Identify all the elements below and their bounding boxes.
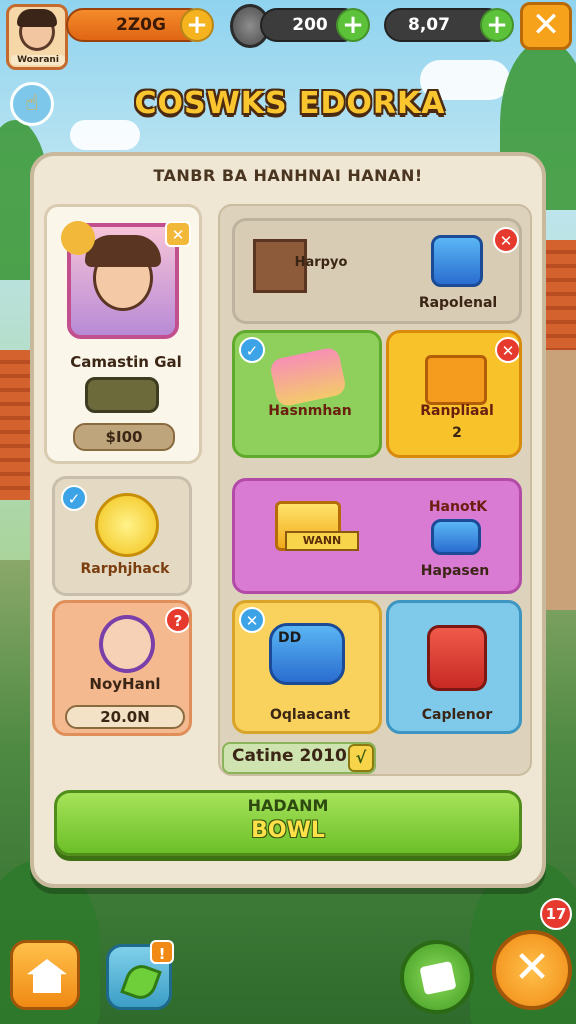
action-button-line1: HADANM: [247, 796, 329, 815]
add-currency-3-button[interactable]: +: [480, 8, 514, 42]
item-card-hasnmhan[interactable]: ✓ Hasnmhan: [232, 330, 382, 458]
item-card-oqlaacant[interactable]: ✕ DD Oqlaacant: [232, 600, 382, 734]
item-close-badge[interactable]: ✕: [239, 607, 265, 633]
panel-subtitle: TANBR BA HANHNAI HANAN!: [153, 166, 423, 185]
shop-alert-badge: !: [150, 940, 174, 964]
item-top-label: Harpyo: [294, 255, 348, 270]
home-button[interactable]: [10, 940, 80, 1010]
item-name: NoyHanl: [89, 675, 161, 693]
crossed-tools-icon: ✕: [513, 942, 551, 993]
item-name: Oqlaacant: [269, 707, 351, 723]
ticket-icon: [268, 346, 348, 408]
item-sub: 2: [452, 425, 462, 441]
item-card-hapasen[interactable]: WANN HanotK Hapasen: [232, 478, 522, 594]
item-alert-badge[interactable]: ?: [165, 607, 189, 633]
item-close-badge[interactable]: ✕: [495, 337, 519, 363]
item-card-ranpliaal[interactable]: ✕ Ranpliaal 2: [386, 330, 522, 458]
item-price: 20.0N: [65, 705, 185, 729]
action-button-line2: BOWL: [251, 818, 325, 843]
map-icon: [419, 960, 457, 996]
featured-item-card[interactable]: ✕ Camastin Gal $I00: [44, 204, 202, 464]
item-top-label: HanotK: [428, 499, 488, 515]
check-icon: √: [348, 744, 374, 772]
featured-close-badge[interactable]: ✕: [165, 221, 191, 247]
hut-roof: [0, 350, 34, 500]
cloud: [70, 120, 140, 150]
item-name: Hapasen: [420, 563, 490, 579]
close-button[interactable]: ✕: [520, 2, 572, 50]
map-button[interactable]: [400, 940, 474, 1014]
leaf-icon: [120, 960, 162, 1004]
camera-icon: DD: [269, 623, 345, 685]
item-card-rapolenal[interactable]: Harpyo ✕ Rapolenal: [232, 218, 522, 324]
page-title: COSWKS EDORKA: [134, 86, 446, 121]
featured-item-name: Camastin Gal: [70, 353, 182, 371]
jar-icon: [427, 625, 487, 691]
crate-icon: [425, 355, 487, 405]
jeep-icon: [85, 377, 159, 413]
footer-label: Catine 2010: [232, 746, 347, 766]
item-banner: WANN: [285, 531, 359, 551]
item-card-noyhanl[interactable]: ? NoyHanl 20.0N: [52, 600, 192, 736]
smiley-icon: [95, 493, 159, 557]
item-check-badge: ✓: [239, 337, 265, 363]
character-portrait: [99, 615, 155, 673]
tools-button[interactable]: ✕: [492, 930, 572, 1010]
add-currency-2-button[interactable]: +: [336, 8, 370, 42]
item-close-badge[interactable]: ✕: [493, 227, 519, 253]
camera-icon: [431, 519, 481, 555]
item-mark: DD: [278, 630, 302, 646]
item-card-caplenor[interactable]: Caplenor: [386, 600, 522, 734]
item-name: Caplenor: [421, 707, 493, 723]
item-check-badge: ✓: [61, 485, 87, 511]
cube-icon: [431, 235, 483, 287]
currency-3-value: 8,07: [408, 15, 450, 35]
item-name: Hasnmhan: [268, 403, 352, 419]
item-name: Rapolenal: [418, 295, 498, 311]
item-name: Ranpliaal: [420, 403, 494, 419]
item-card-rarphjhack[interactable]: ✓ Rarphjhack: [52, 476, 192, 596]
notification-count-badge: 17: [540, 898, 572, 930]
home-icon: [27, 959, 67, 993]
profile-name: Woarani: [11, 55, 65, 65]
profile-avatar[interactable]: Woarani: [6, 4, 68, 70]
hand-icon[interactable]: ☝: [10, 82, 54, 126]
character-hair: [85, 235, 161, 267]
add-currency-1-button[interactable]: +: [180, 8, 214, 42]
featured-item-price: $I00: [73, 423, 175, 451]
item-name: Rarphjhack: [80, 561, 170, 577]
avatar-hair: [17, 9, 57, 27]
